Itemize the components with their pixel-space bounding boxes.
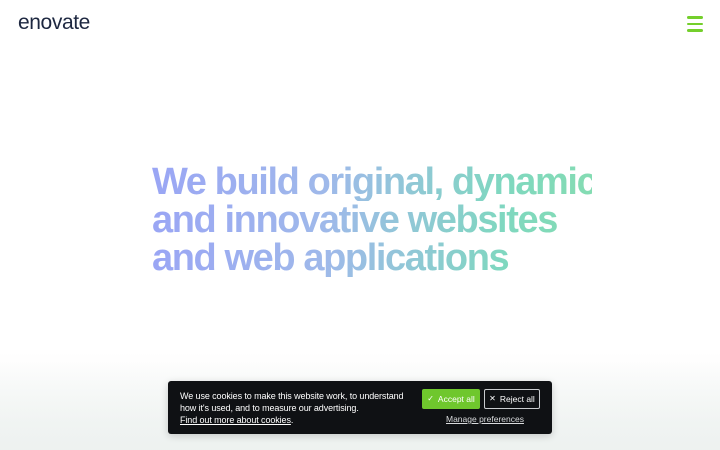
hero-line-3: and web applications — [152, 239, 592, 277]
menu-bar-top — [687, 16, 703, 19]
cookie-link-suffix: . — [290, 415, 294, 425]
site-logo[interactable]: enovate — [18, 11, 90, 35]
hero-heading: We build original, dynamic, and innovati… — [152, 161, 607, 277]
hero-line-2: and innovative websites — [152, 201, 592, 239]
menu-bar-middle — [687, 22, 703, 26]
hamburger-menu-icon[interactable] — [687, 16, 705, 32]
reject-all-label: Reject all — [499, 394, 535, 404]
cookie-message-line-1: We use cookies to make this website work… — [180, 391, 404, 401]
cookie-message: We use cookies to make this website work… — [180, 390, 410, 426]
reject-all-button[interactable]: ✕ Reject all — [484, 389, 540, 409]
cookie-info-link[interactable]: Find out more about cookies — [180, 415, 291, 425]
accept-all-label: Accept all — [437, 394, 475, 404]
manage-preferences-link[interactable]: Manage preferences — [446, 414, 524, 424]
page: enovate We build original, dynamic, and … — [0, 0, 720, 450]
accept-all-button[interactable]: ✓ Accept all — [422, 389, 480, 409]
menu-bar-bottom — [687, 29, 703, 32]
check-icon: ✓ — [427, 394, 434, 403]
hero-line-1: We build original, dynamic, — [152, 161, 607, 203]
cookie-banner: We use cookies to make this website work… — [168, 381, 552, 434]
cookie-message-line-2: how it's used, and to measure our advert… — [180, 403, 359, 413]
close-icon: ✕ — [489, 394, 496, 403]
